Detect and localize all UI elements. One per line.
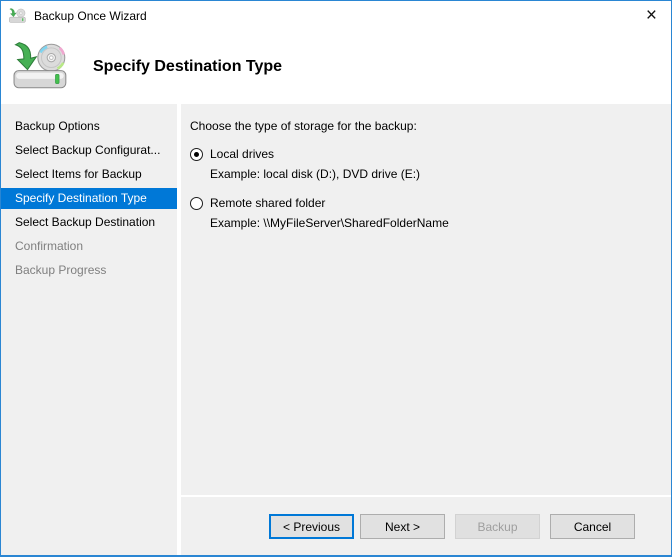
backup-once-wizard-window: Backup Once Wizard × Specify Destination… — [0, 0, 672, 557]
sidebar-item-backup-options: Backup Options — [15, 119, 100, 133]
wizard-steps-sidebar: Backup Options Select Backup Configurat.… — [1, 104, 177, 555]
sidebar-item-specify-destination-type: Specify Destination Type — [1, 188, 177, 209]
remote-shared-folder-label: Remote shared folder — [210, 196, 326, 210]
backup-destination-icon — [13, 42, 67, 89]
remote-shared-folder-radio-button[interactable] — [190, 196, 203, 210]
radio-option-remote-shared-folder[interactable]: Remote shared folder Example: \\MyFileSe… — [190, 196, 661, 230]
window-title: Backup Once Wizard — [34, 8, 147, 23]
title-bar: Backup Once Wizard × — [1, 1, 671, 30]
sidebar-item-select-backup-configuration: Select Backup Configurat... — [15, 143, 161, 157]
footer-button-row: < Previous Next > Backup Cancel — [269, 514, 635, 539]
local-drives-radio-button[interactable] — [190, 147, 203, 161]
local-drives-example: Example: local disk (D:), DVD drive (E:) — [210, 167, 421, 181]
close-icon[interactable]: × — [646, 6, 657, 25]
remote-shared-folder-example: Example: \\MyFileServer\SharedFolderName — [210, 216, 449, 230]
backup-button[interactable]: Backup — [455, 514, 540, 539]
content-pane: Choose the type of storage for the backu… — [181, 104, 671, 555]
sidebar-item-backup-progress: Backup Progress — [15, 263, 107, 277]
footer-divider — [181, 495, 671, 497]
previous-button[interactable]: < Previous — [269, 514, 354, 539]
sidebar-item-select-items-for-backup: Select Items for Backup — [15, 167, 142, 181]
radio-option-local-drives[interactable]: Local drives Example: local disk (D:), D… — [190, 147, 661, 181]
local-drives-label: Local drives — [210, 147, 275, 161]
next-button[interactable]: Next > — [360, 514, 445, 539]
page-title: Specify Destination Type — [93, 58, 283, 75]
wizard-mini-icon — [9, 7, 26, 23]
wizard-header: Specify Destination Type — [1, 30, 671, 104]
sidebar-item-select-backup-destination: Select Backup Destination — [15, 215, 156, 229]
sidebar-item-confirmation: Confirmation — [15, 239, 84, 253]
storage-type-heading: Choose the type of storage for the backu… — [190, 119, 417, 133]
cancel-button[interactable]: Cancel — [550, 514, 635, 539]
